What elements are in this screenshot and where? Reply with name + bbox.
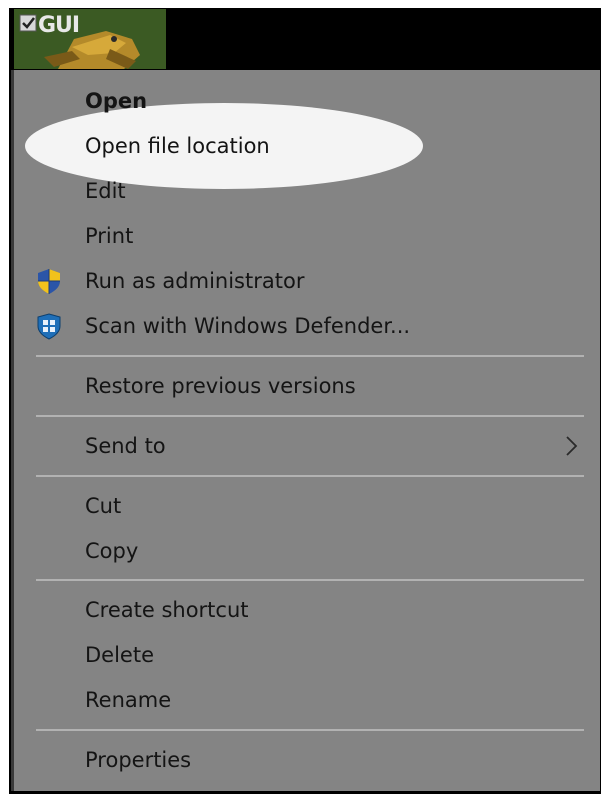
menu-separator xyxy=(36,729,584,731)
menu-item-label: Properties xyxy=(85,748,192,772)
menu-item-label: Cut xyxy=(85,494,122,518)
frog-app-icon xyxy=(14,9,166,69)
menu-item-label: Print xyxy=(85,224,134,248)
menu-item-label: Send to xyxy=(85,434,166,458)
desktop-app-label: GUI xyxy=(38,13,80,38)
menu-item-open[interactable]: Open xyxy=(14,79,600,123)
menu-item-rename[interactable]: Rename xyxy=(14,678,600,722)
desktop-app-icon[interactable]: GUI xyxy=(14,9,166,69)
menu-item-label: Run as administrator xyxy=(85,269,305,293)
menu-separator xyxy=(36,579,584,581)
uac-shield-icon xyxy=(38,269,60,294)
menu-separator xyxy=(36,475,584,477)
menu-separator xyxy=(36,355,584,357)
menu-item-label: Restore previous versions xyxy=(85,374,356,398)
menu-item-send-to[interactable]: Send to xyxy=(14,424,600,468)
menu-item-properties[interactable]: Properties xyxy=(14,738,600,782)
menu-item-restore-previous-versions[interactable]: Restore previous versions xyxy=(14,364,600,408)
menu-item-delete[interactable]: Delete xyxy=(14,633,600,677)
chevron-right-icon xyxy=(566,436,578,456)
menu-item-label: Create shortcut xyxy=(85,598,249,622)
menu-item-label: Scan with Windows Defender... xyxy=(85,314,411,338)
menu-item-open-file-location[interactable]: Open file location xyxy=(14,124,600,168)
menu-item-run-as-administrator[interactable]: Run as administrator xyxy=(14,259,600,303)
menu-item-label: Edit xyxy=(85,179,126,203)
menu-item-cut[interactable]: Cut xyxy=(14,484,600,528)
menu-item-copy[interactable]: Copy xyxy=(14,529,600,573)
menu-item-print[interactable]: Print xyxy=(14,214,600,258)
context-menu: Open Open file location Edit Print Run a… xyxy=(11,70,600,791)
menu-item-label: Open file location xyxy=(85,134,270,158)
menu-item-label: Delete xyxy=(85,643,154,667)
menu-item-label: Rename xyxy=(85,688,172,712)
menu-item-edit[interactable]: Edit xyxy=(14,169,600,213)
menu-item-scan-with-windows-defender[interactable]: Scan with Windows Defender... xyxy=(14,304,600,348)
windows-defender-icon xyxy=(37,313,61,340)
menu-item-create-shortcut[interactable]: Create shortcut xyxy=(14,588,600,632)
menu-item-label: Open xyxy=(85,89,148,113)
menu-separator xyxy=(36,415,584,417)
menu-item-label: Copy xyxy=(85,539,139,563)
